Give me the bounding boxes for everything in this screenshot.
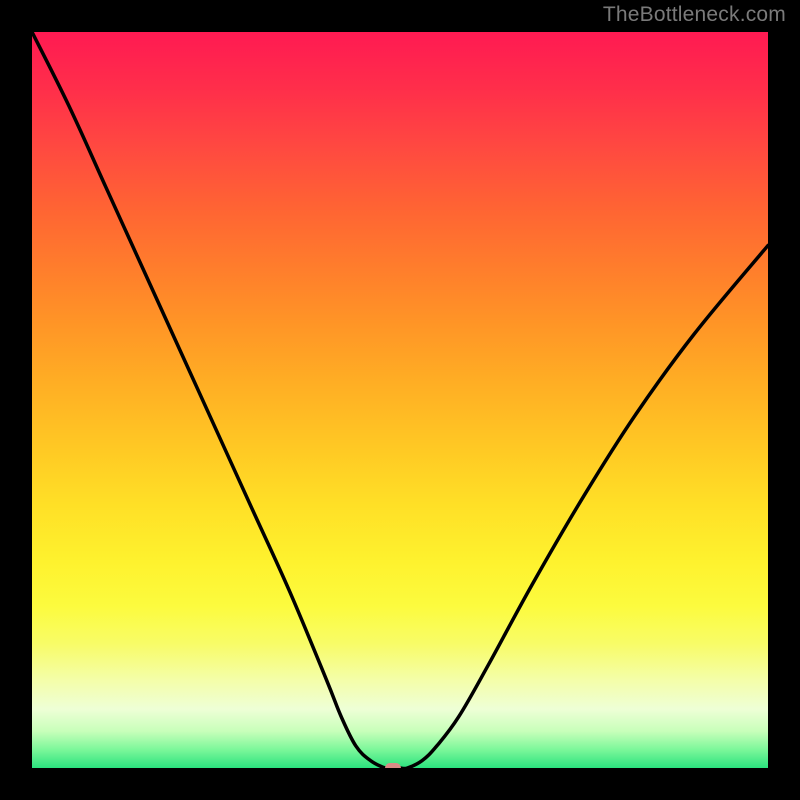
bottleneck-curve [32,32,768,768]
plot-area [32,32,768,768]
chart-frame: TheBottleneck.com [0,0,800,800]
optimum-marker [385,763,401,768]
watermark-text: TheBottleneck.com [603,3,786,27]
